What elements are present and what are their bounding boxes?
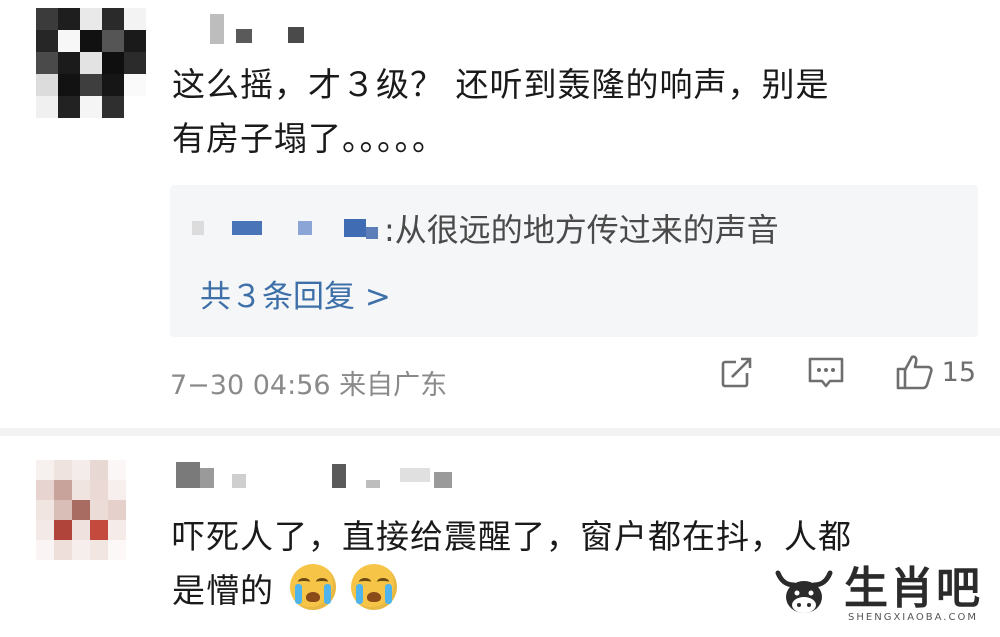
username-blurred[interactable] (176, 462, 452, 488)
comment-item: 这么摇，才３级？ 还听到轰隆的响声，别是 有房子塌了。。。。。 :从很远的地方传… (0, 0, 1000, 430)
comment-text-line: 是懵的 (172, 571, 274, 610)
crying-face-icon (351, 564, 397, 610)
avatar[interactable] (36, 460, 126, 560)
reply-username-blurred[interactable] (192, 217, 378, 239)
reply-line[interactable]: :从很远的地方传过来的声音 (192, 205, 779, 251)
comment-text: 这么摇，才３级？ 还听到轰隆的响声，别是 有房子塌了。。。。。 (172, 58, 830, 166)
like-button[interactable]: 15 (894, 352, 976, 392)
reply-text: :从很远的地方传过来的声音 (384, 211, 779, 249)
comment-actions: 15 (718, 352, 976, 392)
comment-text-line: 吓死人了，直接给震醒了，窗户都在抖，人都 (172, 517, 852, 556)
share-button[interactable] (718, 353, 756, 391)
share-icon (721, 357, 754, 388)
view-replies-link[interactable]: 共３条回复 > (200, 271, 391, 316)
like-icon (896, 355, 933, 390)
comment-text-line: 有房子塌了。。。。。 (172, 119, 446, 158)
comment-text: 吓死人了，直接给震醒了，窗户都在抖，人都 是懵的 (172, 510, 852, 618)
ox-logo-icon (775, 570, 833, 613)
comment-button[interactable] (806, 353, 846, 391)
watermark-sub: SHENGXIAOBA.COM (848, 611, 978, 623)
comment-icon (808, 357, 843, 388)
username-blurred[interactable] (210, 14, 304, 44)
watermark-logo: 生肖吧 SHENGXIAOBA.COM (772, 565, 982, 623)
comment-text-line: 这么摇，才３级？ 还听到轰隆的响声，别是 (172, 65, 830, 104)
avatar[interactable] (36, 8, 146, 118)
reply-preview[interactable]: :从很远的地方传过来的声音 共３条回复 > (170, 185, 978, 337)
like-count: 15 (941, 356, 976, 388)
comment-divider (0, 428, 1000, 436)
crying-face-icon (289, 564, 336, 610)
comment-timestamp-location: 7−30 04:56 来自广东 (170, 370, 448, 401)
watermark-text: 生肖吧 (844, 562, 982, 614)
